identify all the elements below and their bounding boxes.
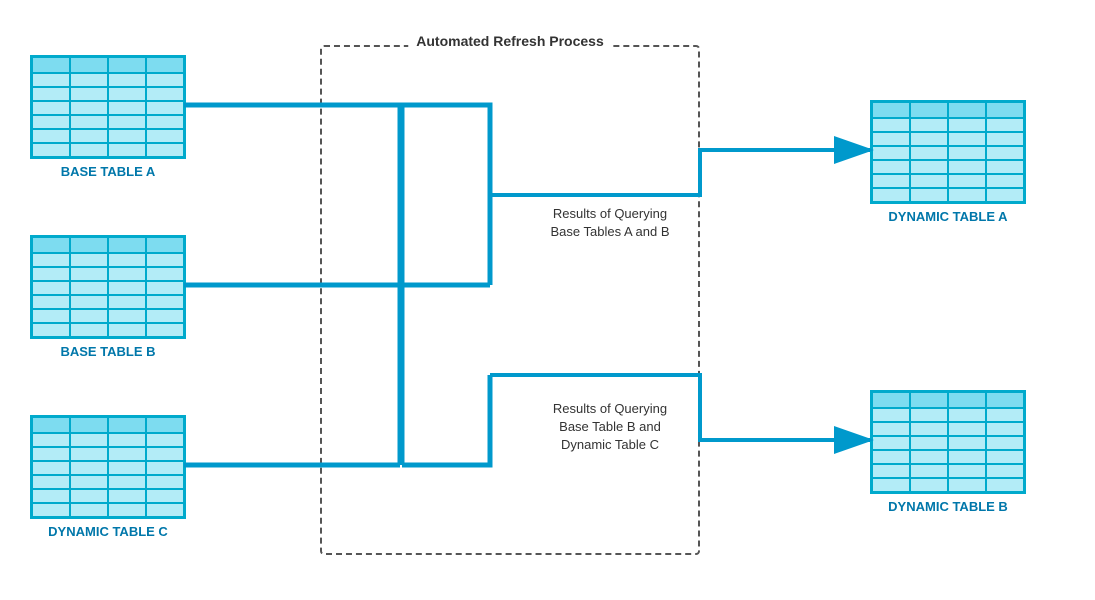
diagram-container: Automated Refresh Process BASE TABLE A B… <box>0 0 1095 600</box>
table-grid-base-b <box>30 235 186 339</box>
table-dynamic-a: DYNAMIC TABLE A <box>870 100 1026 224</box>
refresh-box: Automated Refresh Process <box>320 45 700 555</box>
result-label-bottom: Results of QueryingBase Table B andDynam… <box>510 400 710 455</box>
result-label-top: Results of QueryingBase Tables A and B <box>510 205 710 241</box>
table-grid-dynamic-b <box>870 390 1026 494</box>
table-grid-dynamic-a <box>870 100 1026 204</box>
table-base-b: BASE TABLE B <box>30 235 186 359</box>
table-label-base-a: BASE TABLE A <box>61 164 156 179</box>
table-label-dynamic-c: DYNAMIC TABLE C <box>48 524 168 539</box>
table-dynamic-c: DYNAMIC TABLE C <box>30 415 186 539</box>
refresh-box-title: Automated Refresh Process <box>408 33 612 49</box>
table-grid-base-a <box>30 55 186 159</box>
table-label-dynamic-a: DYNAMIC TABLE A <box>888 209 1007 224</box>
table-label-base-b: BASE TABLE B <box>60 344 155 359</box>
table-dynamic-b: DYNAMIC TABLE B <box>870 390 1026 514</box>
table-grid-dynamic-c <box>30 415 186 519</box>
table-base-a: BASE TABLE A <box>30 55 186 179</box>
table-label-dynamic-b: DYNAMIC TABLE B <box>888 499 1008 514</box>
